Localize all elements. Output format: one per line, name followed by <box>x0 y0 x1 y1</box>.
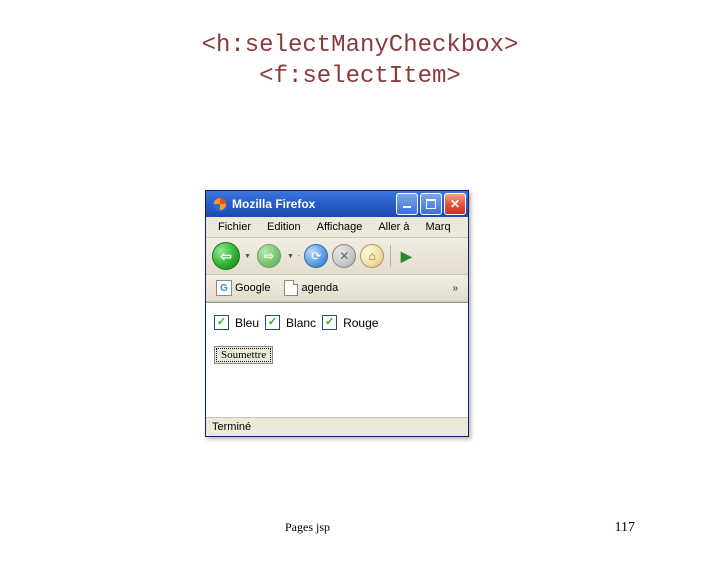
menu-edit[interactable]: Edition <box>259 219 309 235</box>
close-button[interactable]: ✕ <box>444 193 466 215</box>
bookmark-agenda[interactable]: agenda <box>280 278 342 298</box>
checkbox-blanc[interactable]: ✓ <box>265 315 280 330</box>
label-bleu: Bleu <box>235 316 259 330</box>
stop-button[interactable]: ✕ <box>332 244 356 268</box>
separator-icon: - <box>298 253 300 260</box>
nav-toolbar: ⇦ ▼ ⇨ ▼ - ⟳ ✕ ⌂ ▶ <box>206 238 468 275</box>
slide-title: <h:selectManyCheckbox> <f:selectItem> <box>0 30 720 92</box>
menu-bookmarks[interactable]: Marq <box>418 219 459 235</box>
go-button[interactable]: ▶ <box>397 247 415 265</box>
minimize-button[interactable] <box>396 193 418 215</box>
back-dropdown-icon[interactable]: ▼ <box>244 253 251 260</box>
checkbox-rouge[interactable]: ✓ <box>322 315 337 330</box>
forward-dropdown-icon[interactable]: ▼ <box>287 253 294 260</box>
window-title: Mozilla Firefox <box>232 197 394 211</box>
page-content: ✓ Bleu ✓ Blanc ✓ Rouge Soumettre <box>206 302 468 417</box>
slide-page-number: 117 <box>615 520 635 536</box>
slide-footer-label: Pages jsp <box>285 520 330 535</box>
submit-button[interactable]: Soumettre <box>214 346 273 364</box>
bookmarks-toolbar: G Google agenda » <box>206 275 468 302</box>
browser-window: Mozilla Firefox ✕ Fichier Edition Affich… <box>205 190 469 437</box>
menu-view[interactable]: Affichage <box>309 219 371 235</box>
page-icon <box>284 280 298 296</box>
home-button[interactable]: ⌂ <box>360 244 384 268</box>
title-line-2: <f:selectItem> <box>0 61 720 92</box>
status-bar: Terminé <box>206 417 468 436</box>
status-text: Terminé <box>212 421 251 433</box>
titlebar[interactable]: Mozilla Firefox ✕ <box>206 191 468 217</box>
maximize-button[interactable] <box>420 193 442 215</box>
bookmarks-overflow-button[interactable]: » <box>448 283 462 294</box>
checkbox-bleu[interactable]: ✓ <box>214 315 229 330</box>
reload-button[interactable]: ⟳ <box>304 244 328 268</box>
label-rouge: Rouge <box>343 316 378 330</box>
google-icon: G <box>216 280 232 296</box>
label-blanc: Blanc <box>286 316 316 330</box>
menubar: Fichier Edition Affichage Aller à Marq <box>206 217 468 238</box>
firefox-icon <box>212 196 228 212</box>
menu-file[interactable]: Fichier <box>210 219 259 235</box>
toolbar-separator <box>390 245 391 267</box>
menu-go[interactable]: Aller à <box>370 219 417 235</box>
bookmark-google[interactable]: G Google <box>212 278 274 298</box>
checkbox-group: ✓ Bleu ✓ Blanc ✓ Rouge <box>214 315 460 330</box>
back-button[interactable]: ⇦ <box>212 242 240 270</box>
title-line-1: <h:selectManyCheckbox> <box>0 30 720 61</box>
forward-button[interactable]: ⇨ <box>255 242 283 270</box>
